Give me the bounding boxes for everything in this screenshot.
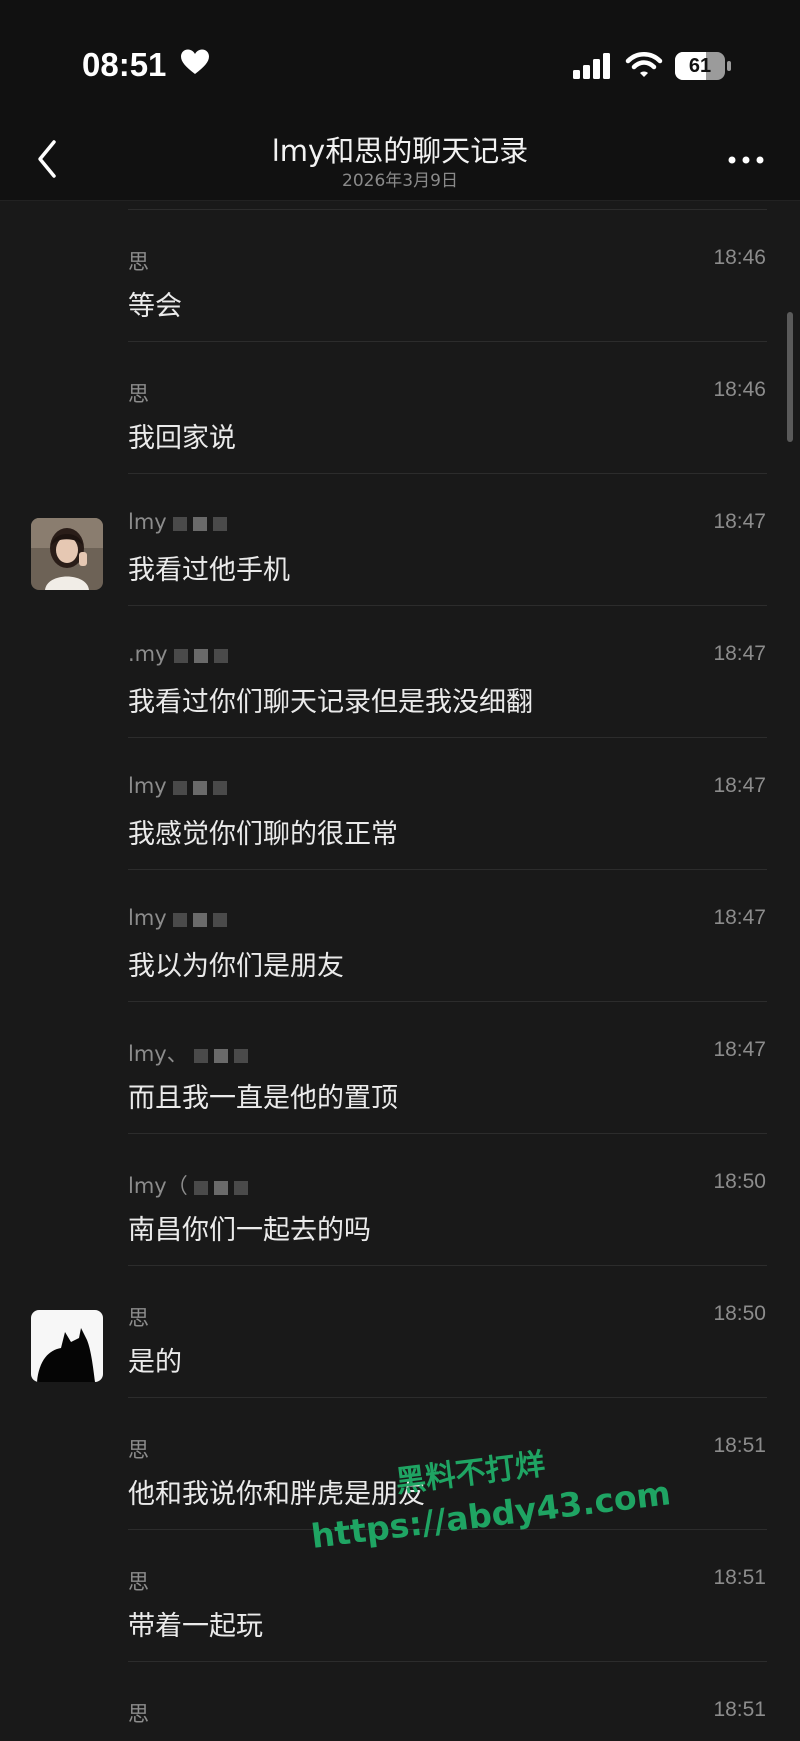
message-text: 我回家说	[128, 423, 236, 454]
message-row[interactable]: lmy（ 18:50 南昌你们一起去的吗	[0, 1134, 800, 1266]
redacted-block	[172, 511, 233, 535]
avatar[interactable]	[31, 1310, 103, 1382]
message-text: 我看过他手机	[128, 555, 290, 586]
nav-bar: lmy和思的聊天记录 2026年3月9日	[0, 120, 800, 201]
message-text: 而且我一直是他的置顶	[128, 1083, 398, 1114]
signal-icon	[573, 53, 610, 79]
message-time: 18:47	[713, 642, 766, 665]
message-row[interactable]: lmy、 18:47 而且我一直是他的置顶	[0, 1002, 800, 1134]
status-time: 08:51	[82, 46, 167, 83]
message-text: 带着一起玩	[128, 1611, 263, 1642]
message-time: 18:50	[713, 1302, 766, 1325]
redacted-block	[172, 775, 233, 799]
message-sender: 思	[128, 1570, 149, 1594]
message-sender: lmy（	[128, 1170, 254, 1200]
wifi-icon	[625, 52, 663, 77]
message-time: 18:47	[713, 510, 766, 533]
message-time: 18:50	[713, 1170, 766, 1193]
message-sender: 思	[128, 250, 149, 274]
message-text: 一起遛车	[128, 1736, 236, 1741]
message-text: 他和我说你和胖虎是朋友	[128, 1479, 425, 1510]
message-sender: lmy	[128, 510, 233, 535]
message-row[interactable]: 思 18:50 是的	[0, 1266, 800, 1398]
message-text: 南昌你们一起去的吗	[128, 1215, 371, 1246]
message-time: 18:47	[713, 906, 766, 929]
message-sender: lmy	[128, 774, 233, 799]
redacted-block	[173, 643, 234, 667]
message-row[interactable]: 思 18:46 我回家说	[0, 342, 800, 474]
redacted-block	[193, 1043, 254, 1067]
message-row[interactable]: lmy 18:47 我看过他手机	[0, 474, 800, 606]
message-time: 18:47	[713, 774, 766, 797]
battery-indicator: 61	[675, 52, 731, 80]
page-title: lmy和思的聊天记录	[271, 134, 529, 168]
message-time: 18:51	[713, 1434, 766, 1457]
scrollbar[interactable]	[787, 312, 793, 442]
heart-icon	[181, 49, 209, 74]
message-row[interactable]: 思 18:51 带着一起玩	[0, 1530, 800, 1662]
redacted-block	[193, 1175, 254, 1199]
message-row[interactable]: 思 18:51 一起遛车	[0, 1662, 800, 1741]
page-subtitle: 2026年3月9日	[342, 171, 458, 191]
message-time: 18:51	[713, 1566, 766, 1589]
message-time: 18:47	[713, 1038, 766, 1061]
message-time: 18:46	[713, 378, 766, 401]
status-bar: 08:51 61	[0, 0, 800, 120]
message-row[interactable]: .my 18:47 我看过你们聊天记录但是我没细翻	[0, 606, 800, 738]
message-sender: .my	[128, 642, 234, 667]
message-row[interactable]: lmy 18:47 我感觉你们聊的很正常	[0, 738, 800, 870]
message-sender: 思	[128, 1306, 149, 1330]
message-text: 是的	[128, 1347, 182, 1378]
message-text: 我以为你们是朋友	[128, 951, 344, 982]
message-time: 18:51	[713, 1698, 766, 1721]
more-icon[interactable]	[722, 148, 770, 172]
message-sender: 思	[128, 1438, 149, 1462]
message-text: 等会	[128, 291, 182, 322]
message-row[interactable]: lmy 18:47 我以为你们是朋友	[0, 870, 800, 1002]
message-text: 我看过你们聊天记录但是我没细翻	[128, 687, 533, 718]
redacted-block	[172, 907, 233, 931]
message-sender: 思	[128, 1702, 149, 1726]
message-text: 我感觉你们聊的很正常	[128, 819, 398, 850]
avatar[interactable]	[31, 518, 103, 590]
battery-level: 61	[688, 55, 712, 77]
message-sender: 思	[128, 382, 149, 406]
message-row[interactable]: 思 18:46 等会	[0, 210, 800, 342]
message-sender: lmy、	[128, 1038, 254, 1068]
message-time: 18:46	[713, 246, 766, 269]
message-sender: lmy	[128, 906, 233, 931]
